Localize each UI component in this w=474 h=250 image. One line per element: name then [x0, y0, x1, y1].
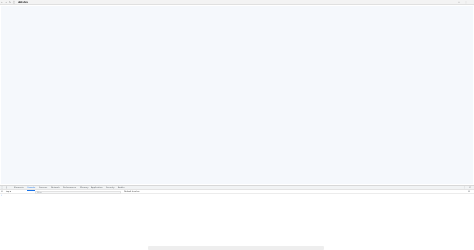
tab-memory[interactable]: Memory	[80, 187, 88, 190]
reload-icon[interactable]: ↻	[9, 1, 11, 4]
console-prompt: ›	[1, 194, 2, 197]
devtools-tab-bar: ⬚ ▯ Elements Console Sources Network Per…	[0, 186, 474, 191]
back-arrow-icon[interactable]: ←	[1, 1, 3, 4]
console-toolbar: ⊘ top ▾ Filter Default levels ▾ ⚙	[0, 190, 474, 194]
close-icon[interactable]: ✕	[469, 186, 471, 189]
console-output[interactable]: ›	[0, 194, 474, 250]
address-bar[interactable]: ubk.dev	[18, 1, 30, 4]
inspect-element-icon[interactable]: ⬚	[1, 186, 3, 189]
log-levels-label: Default levels	[124, 191, 138, 194]
tab-network[interactable]: Network	[51, 187, 60, 190]
tab-performance[interactable]: Performance	[63, 187, 76, 190]
site-info-icon[interactable]: ⓘ	[13, 1, 15, 4]
tab-audits[interactable]: Audits	[118, 187, 125, 190]
devtools-panel: ⬚ ▯ Elements Console Sources Network Per…	[0, 185, 474, 250]
context-select[interactable]: top ▾	[6, 191, 32, 193]
menu-icon[interactable]: ⋮	[465, 1, 467, 4]
horizontal-scrollbar[interactable]	[148, 246, 324, 250]
tab-security[interactable]: Security	[106, 187, 115, 190]
filter-input[interactable]: Filter	[35, 191, 121, 194]
gear-icon[interactable]: ⚙	[468, 190, 470, 193]
tab-console[interactable]: Console	[27, 187, 36, 191]
bookmark-star-icon[interactable]: ☆	[458, 1, 460, 4]
forward-arrow-icon[interactable]: →	[5, 1, 7, 4]
tab-application[interactable]: Application	[91, 187, 103, 190]
log-levels-select[interactable]: Default levels ▾	[124, 191, 144, 193]
device-toolbar-icon[interactable]: ▯	[6, 186, 7, 189]
browser-toolbar: ← → ↻ ⓘ ubk.dev ☆ ⋮	[0, 0, 474, 5]
page-viewport[interactable]	[1, 6, 473, 184]
context-value: top	[6, 191, 10, 194]
tab-sources[interactable]: Sources	[39, 187, 47, 190]
more-options-icon[interactable]: ⋮	[463, 186, 465, 189]
tab-elements[interactable]: Elements	[14, 187, 24, 190]
